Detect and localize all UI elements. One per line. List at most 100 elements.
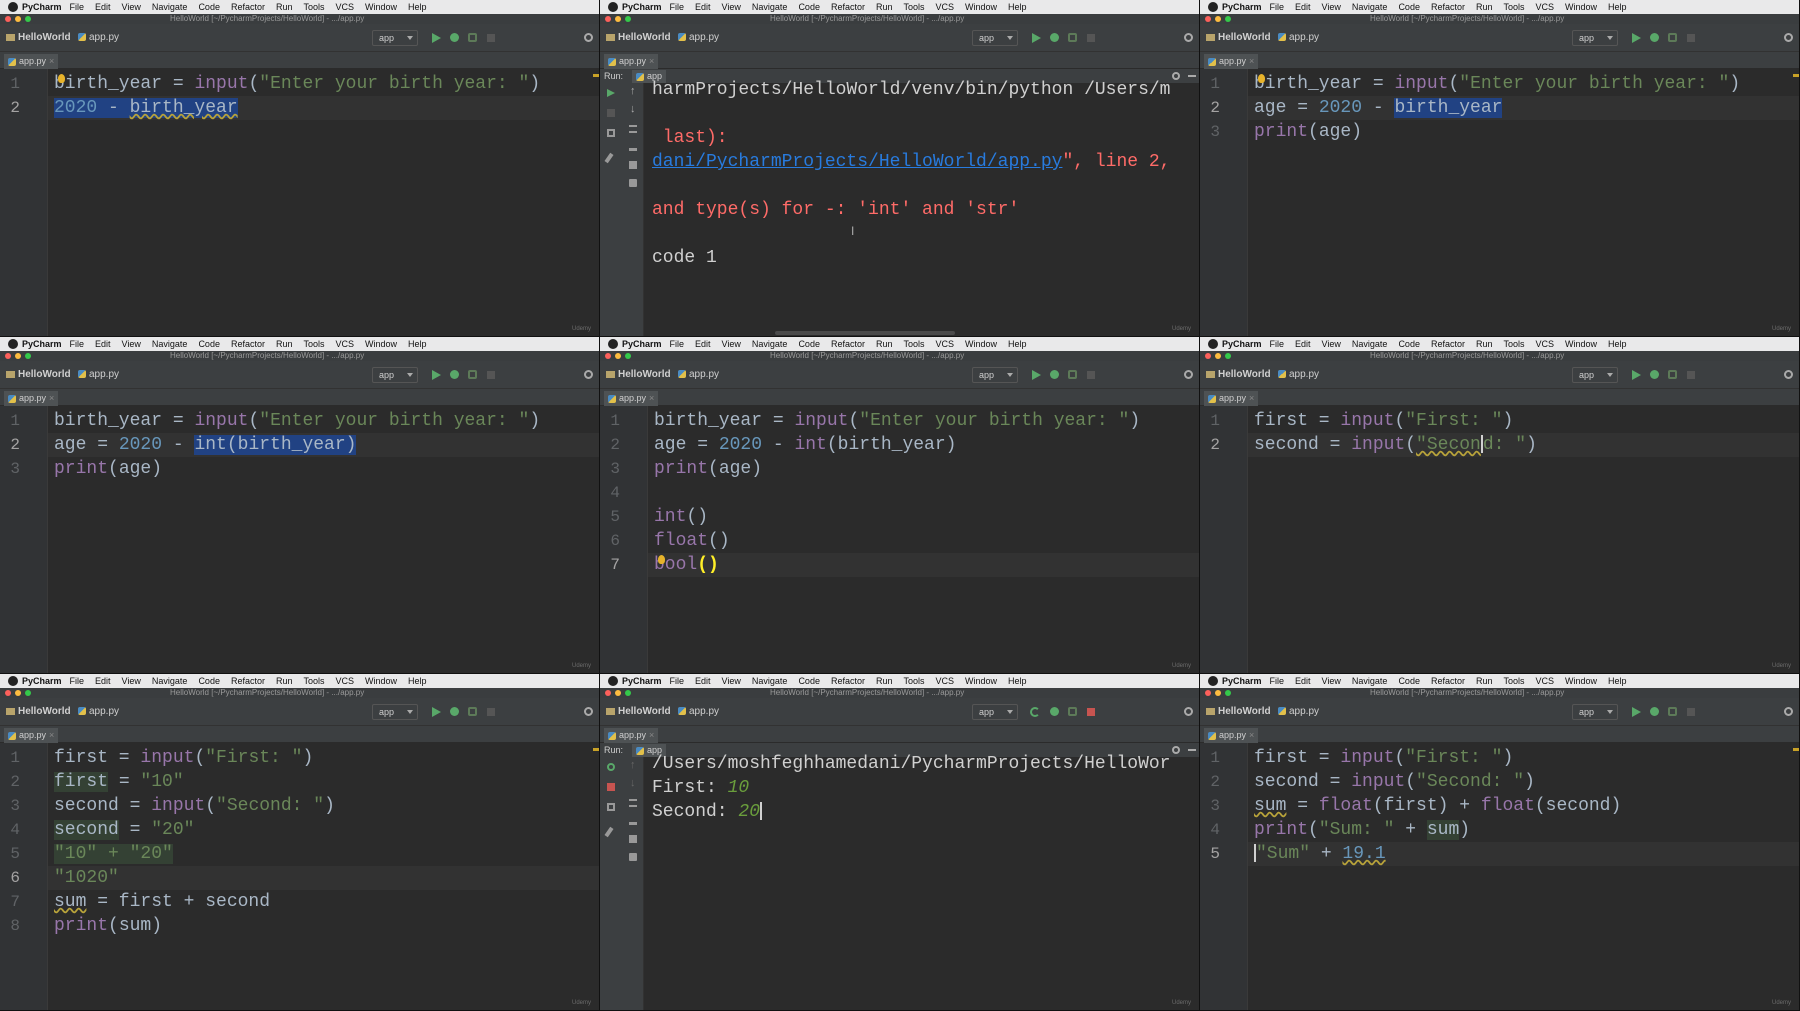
code-line-2[interactable]: first = "10" [54,770,574,794]
menu-code[interactable]: Code [798,676,820,686]
code-line-3[interactable]: print(age) [54,457,574,481]
breadcrumb-file[interactable]: app.py [1278,706,1319,718]
run-icon[interactable] [432,33,441,43]
close-tab-icon[interactable]: × [649,393,654,403]
stop-icon[interactable] [1687,371,1695,379]
minimize-icon[interactable] [1188,749,1196,751]
breadcrumb-file[interactable]: app.py [1278,369,1319,381]
horizontal-scrollbar[interactable] [775,331,955,335]
apple-icon[interactable] [608,676,618,686]
menu-vcs[interactable]: VCS [1536,2,1555,12]
breadcrumb-project[interactable]: HelloWorld [606,706,671,718]
close-window-icon[interactable] [1205,353,1211,359]
breadcrumb-project[interactable]: HelloWorld [6,32,71,44]
close-tab-icon[interactable]: × [1249,730,1254,740]
menu-edit[interactable]: Edit [95,2,111,12]
run-configuration-select[interactable]: app [372,30,418,46]
menu-file[interactable]: File [1270,2,1285,12]
menu-vcs[interactable]: VCS [936,676,955,686]
menu-app-name[interactable]: PyCharm [22,339,62,349]
zoom-window-icon[interactable] [625,16,631,22]
minimize-window-icon[interactable] [15,690,21,696]
trash-icon[interactable] [629,853,637,861]
debug-icon[interactable] [1650,707,1659,716]
menu-vcs[interactable]: VCS [336,676,355,686]
stop-icon[interactable] [487,371,495,379]
menu-help[interactable]: Help [408,676,427,686]
code-line-4[interactable]: second = "20" [54,818,574,842]
menu-edit[interactable]: Edit [695,339,711,349]
close-window-icon[interactable] [605,690,611,696]
menu-file[interactable]: File [70,339,85,349]
menu-window[interactable]: Window [365,676,397,686]
coverage-icon[interactable] [1068,33,1077,42]
layout-icon[interactable] [607,803,615,811]
menu-refactor[interactable]: Refactor [1431,676,1465,686]
arrow-up-icon[interactable]: ↑ [630,760,636,771]
zoom-window-icon[interactable] [25,690,31,696]
menu-run[interactable]: Run [1476,2,1493,12]
debug-icon[interactable] [450,33,459,42]
coverage-icon[interactable] [1068,370,1077,379]
menu-window[interactable]: Window [365,339,397,349]
coverage-icon[interactable] [1668,370,1677,379]
run-configuration-select[interactable]: app [372,367,418,383]
menu-code[interactable]: Code [198,339,220,349]
tab-app-py[interactable]: app.py × [604,391,659,406]
code-line-2[interactable]: 2020 - birth_year [54,96,574,120]
menu-app-name[interactable]: PyCharm [1222,676,1262,686]
menu-file[interactable]: File [70,676,85,686]
menu-code[interactable]: Code [198,2,220,12]
menu-app-name[interactable]: PyCharm [1222,2,1262,12]
tab-app-py[interactable]: app.py × [1204,391,1259,406]
search-icon[interactable] [1784,33,1793,42]
minimize-window-icon[interactable] [15,353,21,359]
pin-icon[interactable] [604,826,614,838]
menu-tools[interactable]: Tools [303,339,324,349]
menu-navigate[interactable]: Navigate [152,676,188,686]
code-line-1[interactable]: first = input("First: ") [1254,746,1774,770]
warning-stripe-icon[interactable] [593,748,599,751]
menu-tools[interactable]: Tools [1503,676,1524,686]
code-line-5[interactable]: "10" + "20" [54,842,574,866]
code-line-1[interactable]: first = input("First: ") [1254,409,1774,433]
menu-navigate[interactable]: Navigate [1352,339,1388,349]
code-line-2[interactable]: second = input("Second: ") [1254,433,1774,457]
code-line-6[interactable]: "1020" [54,866,574,890]
menu-help[interactable]: Help [1608,2,1627,12]
menu-run[interactable]: Run [876,339,893,349]
tab-app-py[interactable]: app.py × [604,54,659,69]
menu-tools[interactable]: Tools [903,339,924,349]
code-line-5[interactable]: int() [654,505,1174,529]
menu-edit[interactable]: Edit [695,2,711,12]
run-icon[interactable] [1632,370,1641,380]
rerun-icon[interactable] [607,763,615,771]
menu-run[interactable]: Run [276,676,293,686]
code-editor[interactable]: birth_year = input("Enter your birth yea… [48,406,599,673]
close-tab-icon[interactable]: × [49,730,54,740]
close-window-icon[interactable] [605,353,611,359]
menu-view[interactable]: View [122,2,141,12]
menu-window[interactable]: Window [1565,676,1597,686]
debug-icon[interactable] [1650,33,1659,42]
breadcrumb-file[interactable]: app.py [78,32,119,44]
layout-icon[interactable] [607,129,615,137]
run-icon[interactable] [1632,707,1641,717]
search-icon[interactable] [1784,370,1793,379]
menu-code[interactable]: Code [1398,2,1420,12]
menu-app-name[interactable]: PyCharm [622,676,662,686]
soft-wrap-icon[interactable] [629,799,637,807]
menu-file[interactable]: File [670,676,685,686]
stop-icon[interactable] [1087,34,1095,42]
close-window-icon[interactable] [1205,690,1211,696]
arrow-up-icon[interactable]: ↑ [630,86,636,97]
menu-run[interactable]: Run [1476,339,1493,349]
search-icon[interactable] [584,370,593,379]
menu-vcs[interactable]: VCS [936,339,955,349]
menu-file[interactable]: File [70,2,85,12]
close-window-icon[interactable] [1205,16,1211,22]
menu-help[interactable]: Help [1008,2,1027,12]
menu-navigate[interactable]: Navigate [752,339,788,349]
lightbulb-icon[interactable] [658,555,665,564]
menu-file[interactable]: File [670,339,685,349]
